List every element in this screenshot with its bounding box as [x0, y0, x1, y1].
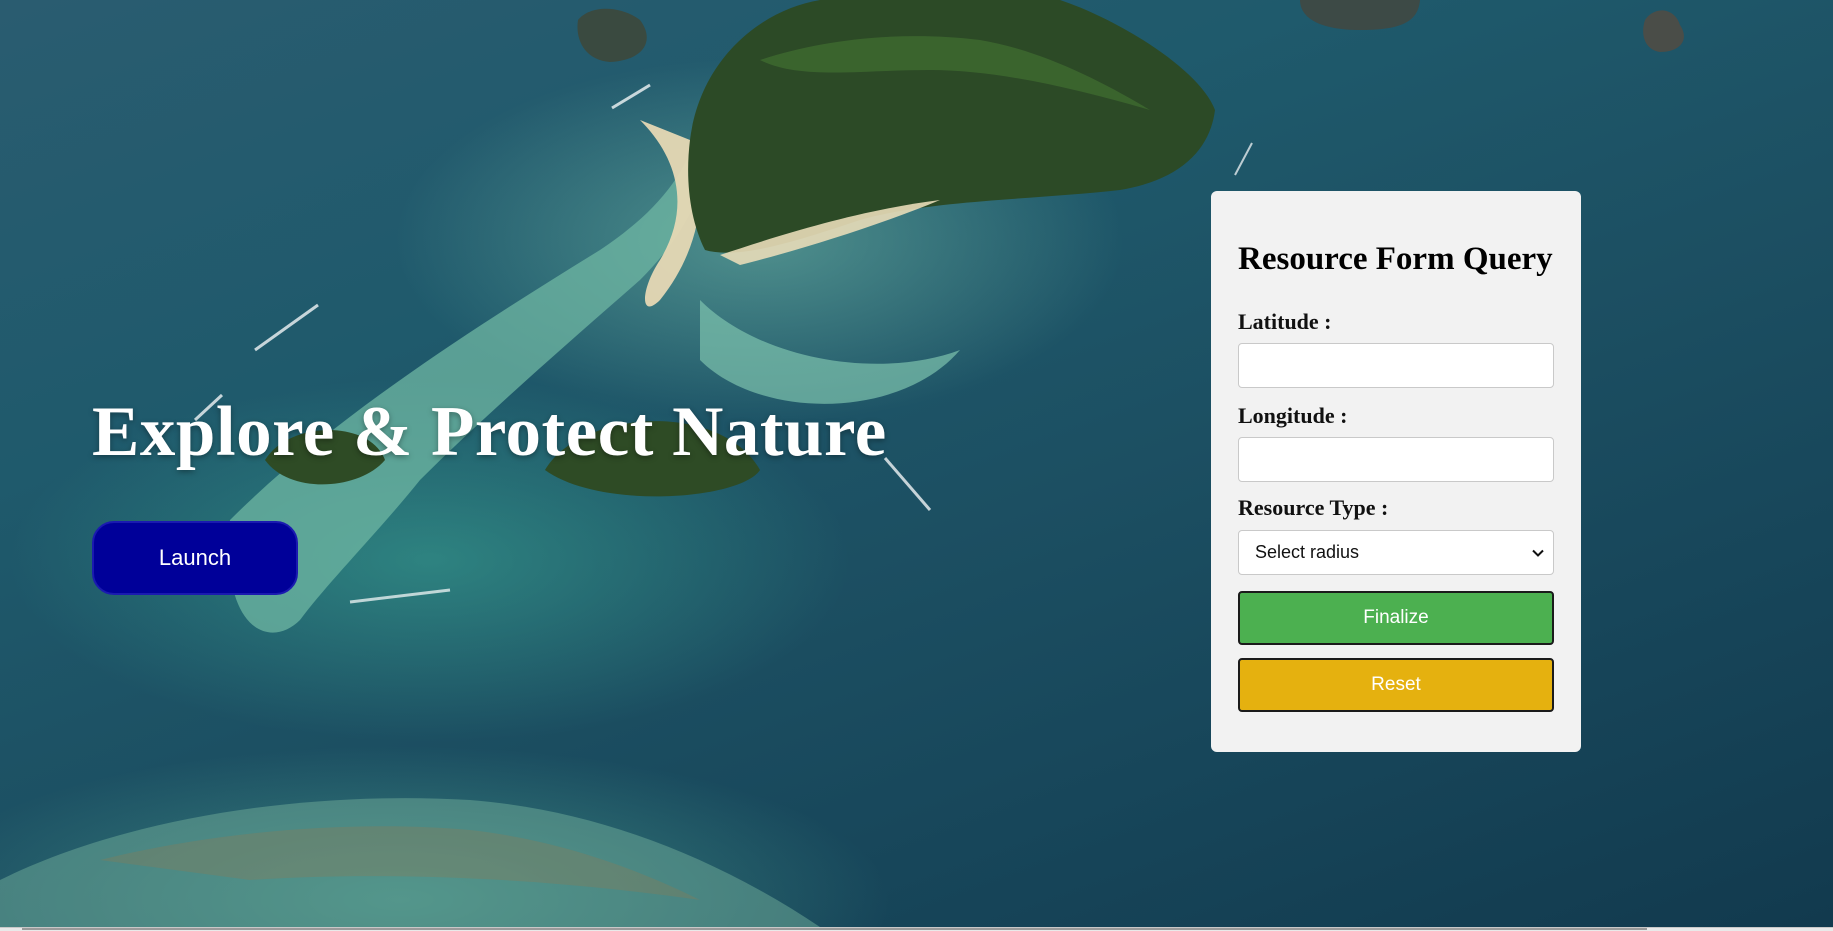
latitude-label: Latitude :: [1238, 309, 1332, 334]
boat-wake: [349, 588, 451, 604]
rock-top-right: [1643, 10, 1684, 53]
latitude-input[interactable]: [1238, 343, 1554, 388]
launch-button[interactable]: Launch: [92, 521, 298, 595]
finalize-button[interactable]: Finalize: [1238, 591, 1554, 645]
form-title: Resource Form Query: [1238, 241, 1553, 277]
longitude-input[interactable]: [1238, 437, 1554, 482]
reef-shallows: [228, 120, 707, 633]
boat-wake: [1234, 142, 1253, 176]
boat-wake: [611, 83, 651, 110]
boat-wake: [883, 457, 932, 511]
resource-type-selected-value: Select radius: [1255, 542, 1360, 562]
longitude-label: Longitude :: [1238, 403, 1348, 428]
reset-button[interactable]: Reset: [1238, 658, 1554, 712]
resource-type-label: Resource Type :: [1238, 495, 1389, 520]
boat-wake: [254, 303, 319, 352]
resource-form-panel: Resource Form Query Latitude : Longitude…: [1211, 191, 1581, 752]
hero-title: Explore & Protect Nature: [92, 393, 887, 471]
chevron-down-icon: [1532, 549, 1544, 557]
rock-top-left: [577, 8, 647, 62]
rock-top-center: [1300, 0, 1420, 30]
resource-type-select[interactable]: Select radius: [1238, 530, 1554, 575]
scrollbar-thumb[interactable]: [22, 928, 1647, 930]
reef-patch: [700, 300, 960, 404]
